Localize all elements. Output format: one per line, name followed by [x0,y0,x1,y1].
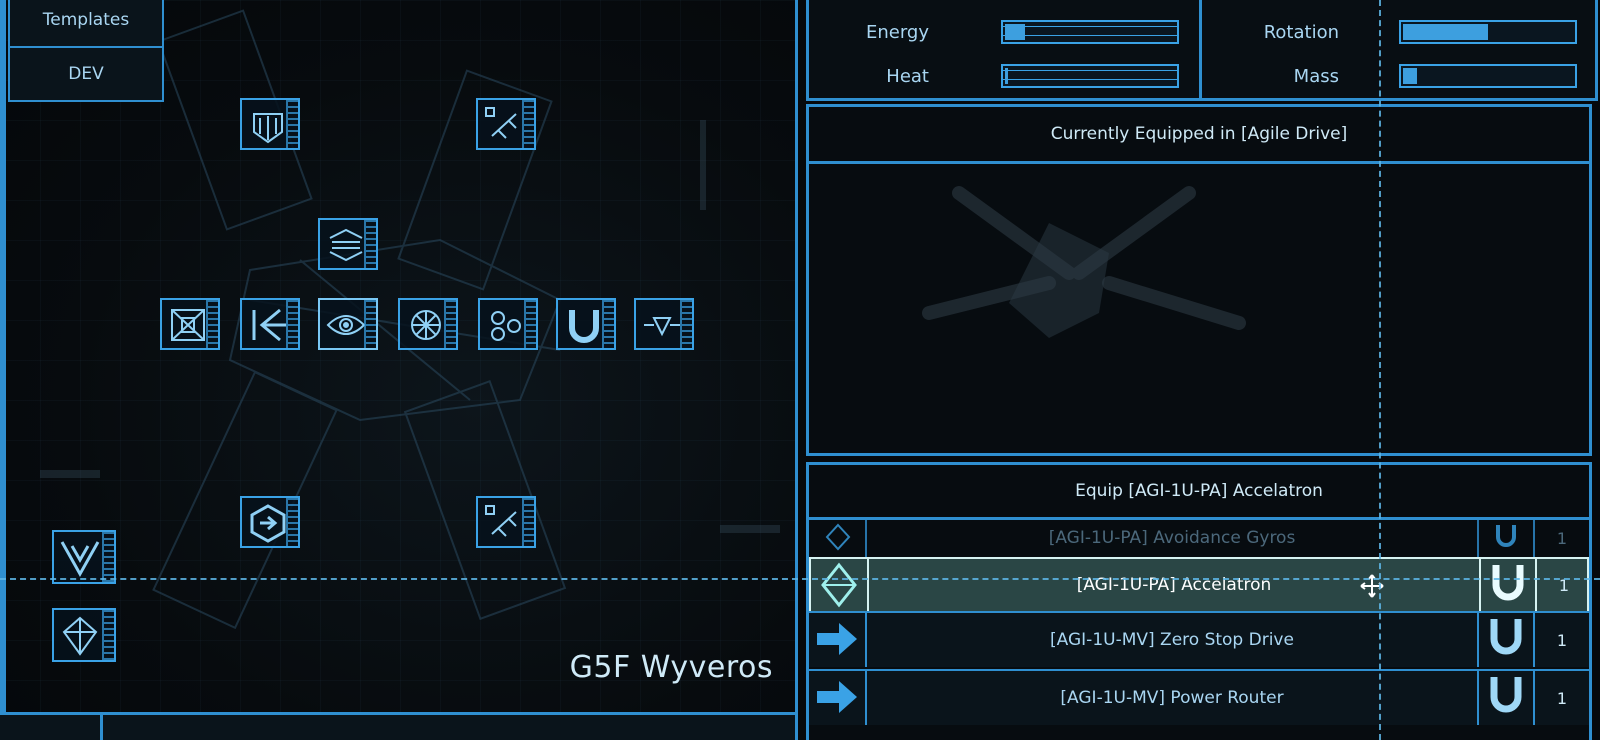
lens-icon [644,317,680,337]
eye-core-icon [326,315,366,335]
arrow-right-icon [817,681,857,713]
ship-wireframe [40,9,780,630]
satellite-icon [485,505,517,537]
equip-list: Equip [AGI-1U-PA] Accelatron [AGI-1U-PA]… [806,462,1592,740]
templates-button[interactable]: Templates [8,0,164,48]
mass-meter [1399,64,1577,88]
list-item[interactable]: [AGI-1U-MV] Zero Stop Drive 1 [809,611,1589,667]
slot-gem[interactable] [52,608,116,662]
move-cursor-icon [1360,574,1384,598]
list-item[interactable]: [AGI-1U-PA] Avoidance Gyros 1 [809,519,1589,557]
slot-core[interactable] [318,298,378,350]
equipped-title: Currently Equipped in [Agile Drive] [809,107,1589,164]
right-panel: Energy Heat Rotation Mass Currently Equi… [798,0,1600,740]
module-preview-silhouette [922,186,1246,338]
magnet-u-icon [1490,619,1522,655]
bottom-strip [0,712,795,740]
dev-button[interactable]: DEV [8,46,164,102]
slot-armor[interactable] [240,98,300,150]
diamond-icon [821,562,857,608]
crosshair-horizontal [0,578,1600,580]
energy-label: Energy [865,22,929,43]
rotation-label: Rotation [1263,22,1339,43]
item-qty: 1 [1556,528,1568,548]
item-qty: 1 [1556,688,1568,708]
arrow-right-icon [817,623,857,655]
crosshair-vertical [1379,0,1381,740]
slot-sensor[interactable] [398,298,458,350]
sensor-web-icon [411,310,441,340]
magnet-u-icon [1490,677,1522,713]
heat-label: Heat [886,66,929,87]
shield-module-icon [329,228,363,262]
energy-meter [1001,20,1179,44]
slot-chevron[interactable] [52,530,116,584]
slot-magnet[interactable] [556,298,616,350]
list-item[interactable]: [AGI-1U-MV] Power Router 1 [809,669,1589,725]
diamond-icon [825,523,851,551]
equipped-preview: Currently Equipped in [Agile Drive] [806,104,1592,456]
slot-crosshair[interactable] [160,298,220,350]
slot-satellite-top[interactable] [476,98,536,150]
slot-lens[interactable] [634,298,694,350]
armor-module-icon [253,113,283,144]
slot-satellite-bottom[interactable] [476,496,536,548]
slot-hex-drive[interactable] [240,496,300,548]
item-name: [AGI-1U-MV] Power Router [1060,688,1284,708]
slot-thruster[interactable] [240,298,300,350]
ship-name: G5F Wyveros [569,650,773,685]
heat-meter [1001,64,1179,88]
stats-panel: Energy Heat Rotation Mass [806,0,1598,101]
gears-icon [491,311,521,341]
list-item-selected[interactable]: [AGI-1U-PA] Accelatron 1 [809,557,1589,613]
item-name: [AGI-1U-PA] Avoidance Gyros [1048,528,1296,548]
target-grid-icon [171,309,205,341]
item-name: [AGI-1U-PA] Accelatron [1076,575,1272,595]
chevron-emblem-icon [60,541,100,578]
magnet-u-icon [1492,565,1524,601]
rotation-meter [1399,20,1577,44]
gem-icon [62,616,98,656]
slot-gears[interactable] [478,298,538,350]
slot-shield-generator[interactable] [318,218,378,270]
ship-viewport[interactable]: Templates DEV G5F Wyveros [0,0,798,740]
thruster-icon [252,308,286,342]
satellite-icon [485,107,517,139]
mass-label: Mass [1293,66,1339,87]
magnet-u-icon [1496,525,1516,547]
item-name: [AGI-1U-MV] Zero Stop Drive [1050,630,1294,650]
item-qty: 1 [1558,575,1570,595]
item-qty: 1 [1556,630,1568,650]
equip-title: Equip [AGI-1U-PA] Accelatron [809,465,1589,520]
left-frame [0,0,6,740]
magnet-u-icon [569,310,599,343]
hexagon-arrow-icon [250,504,286,543]
